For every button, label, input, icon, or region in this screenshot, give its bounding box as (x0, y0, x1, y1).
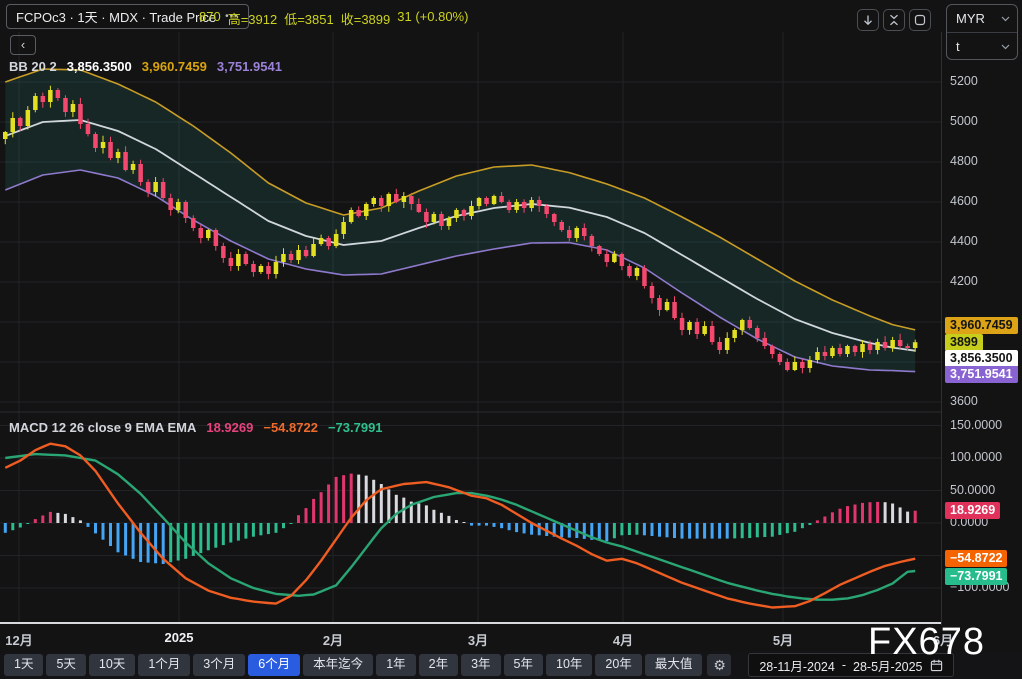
price-label-badge: −54.8722 (945, 550, 1008, 568)
currency-value: MYR (956, 11, 985, 26)
date-range-start: 28-11月-2024 (759, 659, 835, 674)
price-label-badge: 3,856.3500 (945, 349, 1018, 367)
time-axis-label: 2025 (164, 630, 194, 645)
move-pane-down-button[interactable] (857, 9, 879, 31)
axis-tick: 5000 (950, 114, 978, 128)
top-toolbar: FCPOc3 · 1天 · MDX · Trade Price ••• 870 高… (0, 0, 941, 32)
axis-tick: 150.0000 (950, 417, 1003, 432)
chevron-down-icon (1001, 16, 1010, 21)
axis-tick: 50.0000 (950, 482, 996, 497)
macd-legend[interactable]: MACD 12 26 close 9 EMA EMA 18.9269 −54.8… (9, 420, 383, 435)
legend-back-button[interactable]: ‹ (10, 35, 36, 55)
range-ytd-button[interactable]: 本年迄今 (303, 654, 374, 676)
bb-basis-value: 3,856.3500 (66, 59, 132, 74)
ohlc-part: 870 (199, 9, 221, 24)
price-label-badge: 3899 (945, 334, 983, 351)
bb-upper-value: 3,960.7459 (141, 59, 207, 74)
range-1d-button[interactable]: 1天 (4, 654, 44, 676)
unit-dropdown[interactable]: t (947, 33, 1017, 60)
range-10y-button[interactable]: 10年 (546, 654, 593, 676)
range-20y-button[interactable]: 20年 (595, 654, 642, 676)
ohlc-row: 870 高=3912 低=3851 收=3899 31 (+0.80%) (199, 9, 468, 28)
time-axis-label: 12月 (5, 633, 33, 648)
ohlc-part: 高=3912 (227, 12, 278, 27)
ohlc-part: 31 (+0.80%) (397, 9, 469, 24)
range-toolbar: 1天 5天 10天 1个月 3个月 6个月 本年迄今 1年 2年 3年 5年 10年 20年 最大值 ⚙ … (0, 651, 1022, 679)
axis-tick: 4600 (950, 194, 978, 208)
collapse-pane-button[interactable] (883, 9, 905, 31)
time-axis-label: 3月 (467, 633, 489, 648)
ohlc-part: 收=3899 (340, 12, 391, 27)
bb-lower-value: 3,751.9541 (216, 59, 282, 74)
price-axis[interactable]: 5200 5000 4800 4600 4400 4200 3600 150.0000 100.… (941, 32, 1022, 625)
axis-tick: 4400 (950, 234, 978, 248)
range-1m-button[interactable]: 1个月 (138, 654, 191, 676)
time-axis[interactable]: 12月 2025 2月 3月 4月 5月 6月 (0, 625, 1022, 651)
pane-separator-line[interactable] (0, 622, 1022, 624)
macd-line-value: −54.8722 (263, 420, 318, 435)
bollinger-legend[interactable]: BB 20 2 3,856.3500 3,960.7459 3,751.9541 (9, 59, 282, 74)
currency-dropdown[interactable]: MYR (947, 5, 1017, 32)
time-axis-label: 4月 (612, 633, 634, 648)
price-label-badge: 3,751.9541 (945, 366, 1018, 383)
currency-unit-panel: MYR t (946, 4, 1018, 60)
bb-name: BB 20 2 (9, 59, 57, 74)
maximize-pane-button[interactable] (909, 9, 931, 31)
date-range-separator: - (841, 658, 847, 672)
axis-tick: 4200 (950, 274, 978, 288)
axis-tick: 4800 (950, 154, 978, 168)
date-range-end: 28-5月-2025 (853, 659, 923, 674)
range-6m-button[interactable]: 6个月 (248, 654, 301, 676)
time-axis-label: 2月 (322, 633, 344, 648)
chevron-down-icon (1001, 44, 1010, 49)
range-5d-button[interactable]: 5天 (46, 654, 86, 676)
price-label-badge: 18.9269 (945, 502, 1001, 520)
macd-hist-value: 18.9269 (206, 420, 254, 435)
price-label-badge: −73.7991 (945, 568, 1008, 586)
range-settings-button[interactable]: ⚙ (707, 654, 732, 676)
trading-chart-app: FCPOc3 · 1天 · MDX · Trade Price ••• 870 高… (0, 0, 1022, 679)
range-10d-button[interactable]: 10天 (88, 654, 136, 676)
calendar-icon (930, 659, 942, 671)
price-label-badge: 3,960.7459 (945, 317, 1018, 334)
time-axis-label: 5月 (772, 633, 794, 648)
collapse-icon (890, 14, 898, 26)
range-buttons: 1天 5天 10天 1个月 3个月 6个月 本年迄今 1年 2年 3年 5年 10年 20年 最大值 (4, 654, 703, 676)
range-max-button[interactable]: 最大值 (644, 654, 703, 676)
range-2y-button[interactable]: 2年 (418, 654, 459, 676)
time-axis-label: 6月 (932, 633, 954, 648)
ohlc-part: 低=3851 (284, 12, 334, 27)
date-range-picker[interactable]: 28-11月-2024 - 28-5月-2025 (748, 653, 954, 677)
chart-canvas[interactable] (0, 32, 941, 625)
range-5y-button[interactable]: 5年 (503, 654, 543, 676)
macd-signal-value: −73.7991 (327, 420, 383, 435)
axis-tick: 100.0000 (950, 450, 1003, 464)
arrow-down-icon (864, 15, 872, 26)
macd-name: MACD 12 26 close 9 EMA EMA (9, 420, 197, 435)
unit-value: t (956, 39, 960, 54)
range-3m-button[interactable]: 3个月 (193, 654, 246, 676)
symbol-legend-text: FCPOc3 · 1天 · MDX · Trade Price (16, 10, 217, 25)
maximize-icon (914, 14, 926, 26)
range-3y-button[interactable]: 3年 (461, 654, 501, 676)
axis-tick: 3600 (950, 394, 978, 408)
axis-tick: 5200 (950, 74, 978, 88)
range-1y-button[interactable]: 1年 (376, 654, 416, 676)
